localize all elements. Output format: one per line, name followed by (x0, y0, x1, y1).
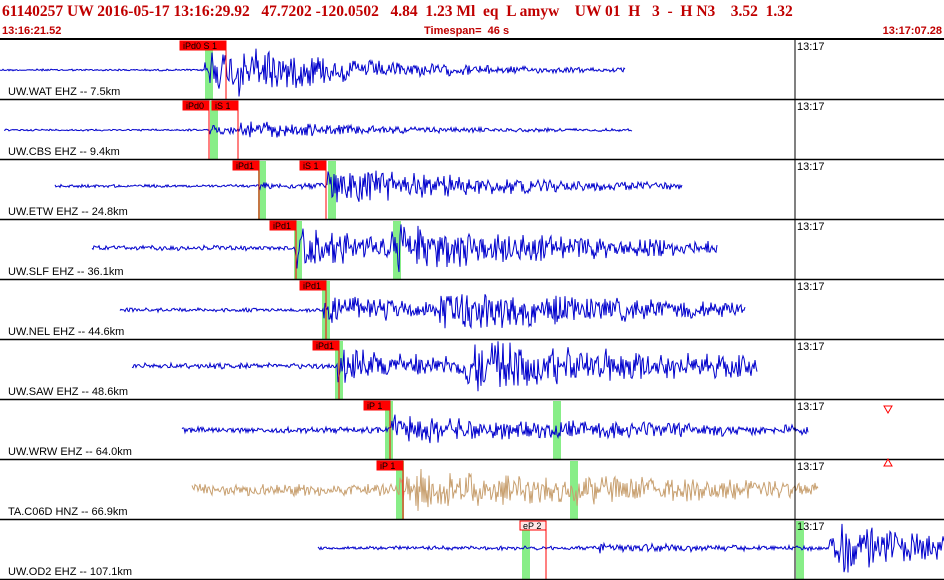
waveform (131, 341, 758, 392)
end-time: 13:17:07.28 (882, 25, 942, 37)
timespan-label: Timespan= 46 s (424, 25, 510, 37)
minute-label: 13:17 (797, 101, 825, 113)
trace-row[interactable]: iP 1 13:17 UW.WRW EHZ -- 64.0km (0, 400, 944, 461)
pick-label: iP 1 (380, 461, 395, 471)
trace-row[interactable]: iPd1 13:17 UW.SAW EHZ -- 48.6km (0, 340, 944, 401)
minute-label: 13:17 (797, 341, 825, 353)
seismogram-panel[interactable]: iPd0 S 1 13:17 UW.WAT EHZ -- 7.5km iPd0 iS 1… (0, 40, 944, 580)
station-label: UW.OD2 EHZ -- 107.1km (8, 566, 132, 578)
pick-label: iP 1 (367, 401, 382, 411)
waveform (317, 523, 944, 573)
station-label: UW.WAT EHZ -- 7.5km (8, 86, 120, 98)
minute-label: 13:17 (797, 221, 825, 233)
waveform (191, 468, 819, 511)
trace-row[interactable]: iP 1 13:17 TA.C06D HNZ -- 66.9km (0, 460, 944, 521)
waveform (4, 121, 633, 138)
pick-label: eP 2 (523, 521, 541, 531)
event-summary: 61140257 UW 2016-05-17 13:16:29.92 47.72… (2, 3, 793, 20)
station-label: UW.CBS EHZ -- 9.4km (8, 146, 120, 158)
station-label: UW.WRW EHZ -- 64.0km (8, 446, 132, 458)
trace-row[interactable]: iPd1 iS 1 13:17 UW.ETW EHZ -- 24.8km (0, 160, 944, 221)
pick-label: iPd0 (186, 101, 204, 111)
waveform (54, 170, 683, 203)
pick-label: iPd1 (316, 341, 334, 351)
pick-marker[interactable]: iPd1 (232, 160, 260, 219)
waveform (181, 414, 809, 444)
event-header: 61140257 UW 2016-05-17 13:16:29.92 47.72… (0, 0, 944, 40)
pick-label: iS 1 (215, 101, 231, 111)
trace-row[interactable]: iPd1 13:17 UW.SLF EHZ -- 36.1km (0, 220, 944, 281)
minute-label: 13:17 (797, 161, 825, 173)
trace-row[interactable]: iPd0 S 1 13:17 UW.WAT EHZ -- 7.5km (0, 40, 944, 101)
pick-label: iPd1 (303, 281, 321, 291)
station-label: UW.NEL EHZ -- 44.6km (8, 326, 124, 338)
minute-label: 13:17 (797, 401, 825, 413)
pick-window (570, 461, 578, 519)
waveform (119, 294, 746, 330)
pick-label: iS 1 (303, 161, 319, 171)
station-label: UW.ETW EHZ -- 24.8km (8, 206, 128, 218)
minute-label: 13:17 (797, 41, 825, 53)
pick-marker[interactable]: iS 1 (299, 160, 327, 219)
minute-label: 13:17 (797, 521, 825, 533)
start-time: 13:16:21.52 (2, 25, 62, 37)
pick-window (553, 401, 561, 459)
minute-label: 13:17 (797, 461, 825, 473)
flag-icon (883, 405, 893, 415)
trace-row[interactable]: iPd1 13:17 UW.NEL EHZ -- 44.6km (0, 280, 944, 341)
station-label: UW.SAW EHZ -- 48.6km (8, 386, 128, 398)
station-label: TA.C06D HNZ -- 66.9km (8, 506, 128, 518)
waveform (91, 224, 718, 273)
minute-label: 13:17 (797, 281, 825, 293)
pick-label: iPd0 S 1 (183, 41, 217, 51)
trace-row[interactable]: eP 2 13:17 UW.OD2 EHZ -- 107.1km (0, 520, 944, 580)
station-label: UW.SLF EHZ -- 36.1km (8, 266, 124, 278)
trace-row[interactable]: iPd0 iS 1 13:17 UW.CBS EHZ -- 9.4km (0, 100, 944, 161)
pick-label: iPd1 (273, 221, 291, 231)
pick-label: iPd1 (236, 161, 254, 171)
